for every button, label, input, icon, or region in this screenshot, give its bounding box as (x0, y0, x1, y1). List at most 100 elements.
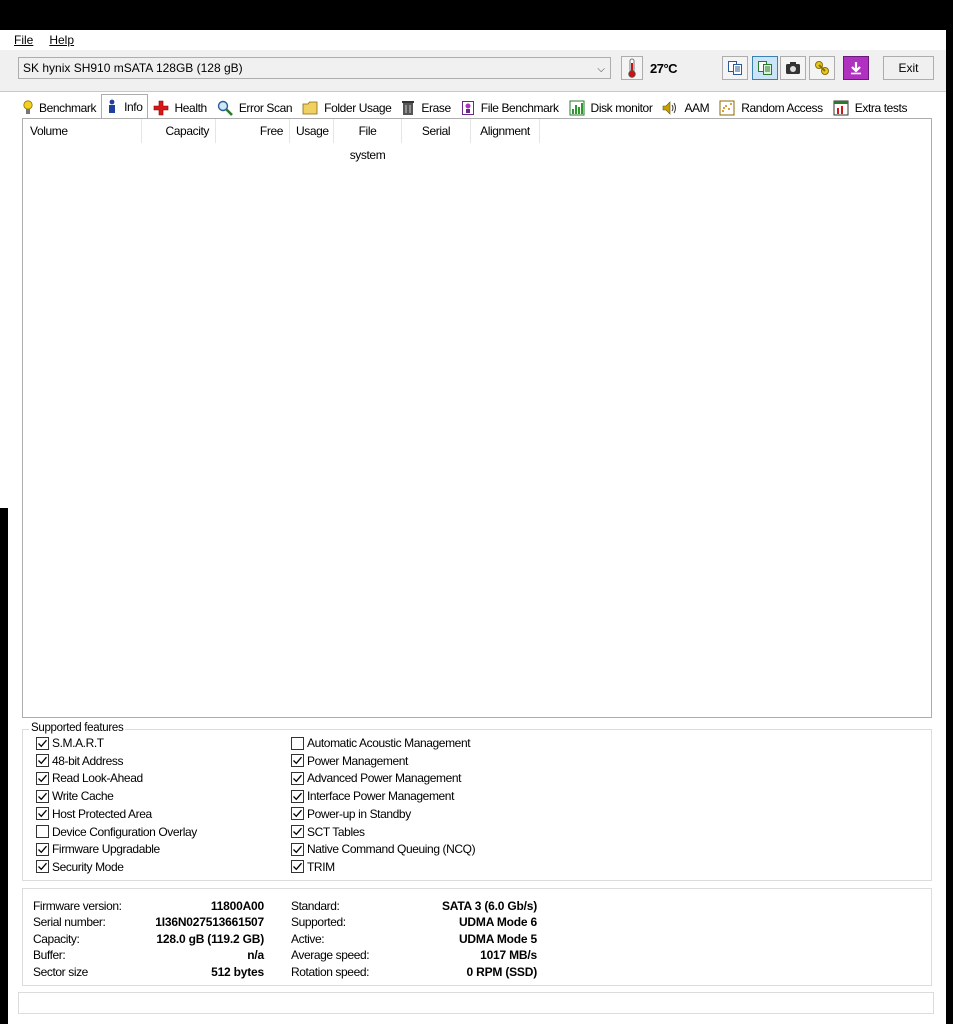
col-alignment[interactable]: Alignment (471, 119, 540, 143)
checkbox-checked[interactable] (291, 771, 304, 785)
checkbox-checked[interactable] (36, 842, 49, 856)
checkbox-checked[interactable] (291, 825, 304, 838)
feature-native-command-queuing-ncq[interactable]: Native Command Queuing (NCQ) (291, 842, 476, 857)
feature-label: Power Management (307, 753, 408, 768)
feature-host-protected-area[interactable]: Host Protected Area (36, 807, 152, 821)
checkbox-checked[interactable] (36, 789, 49, 803)
tab-extra-tests[interactable]: Extra tests (828, 96, 912, 118)
tab-error-scan[interactable]: Error Scan (212, 96, 297, 118)
feature-sct-tables[interactable]: SCT Tables (291, 825, 365, 839)
feature-device-configuration-overlay[interactable]: Device Configuration Overlay (36, 825, 197, 839)
tab-random-access[interactable]: Random Access (714, 96, 828, 118)
feature-advanced-power-management[interactable]: Advanced Power Management (291, 771, 462, 786)
feature-power-up-in-standby[interactable]: Power-up in Standby (291, 807, 411, 821)
info-value: UDMA Mode 5 (458, 931, 537, 946)
download-arrow-icon (851, 62, 861, 75)
checkbox-checked[interactable] (36, 807, 49, 821)
info-value: 1I36N027513661507 (155, 915, 264, 930)
info-label: Capacity: (33, 931, 80, 946)
download-button[interactable] (843, 56, 869, 80)
drive-select[interactable]: SK hynix SH910 mSATA 128GB (128 gB) ⌵ (18, 57, 611, 79)
col-serial[interactable]: Serial (402, 119, 471, 143)
feature-label: Advanced Power Management (307, 771, 462, 786)
tab-aam[interactable]: AAM (657, 96, 714, 118)
col-volume[interactable]: Volume (23, 119, 142, 143)
feature-power-management[interactable]: Power Management (291, 754, 408, 768)
supported-features-title: Supported features (29, 722, 126, 734)
col-file-system[interactable]: File system (334, 119, 402, 162)
exit-button[interactable]: Exit (883, 56, 934, 80)
info-label: Standard: (291, 899, 340, 913)
info-value: 128.0 gB (119.2 GB) (156, 931, 264, 946)
toolbar: SK hynix SH910 mSATA 128GB (128 gB) ⌵ 27… (0, 50, 946, 92)
info-value: UDMA Mode 6 (458, 915, 537, 930)
info-label: Buffer: (33, 948, 66, 963)
col-capacity[interactable]: Capacity (142, 119, 216, 143)
checkbox-checked[interactable] (291, 789, 304, 803)
tab-health[interactable]: Health (148, 96, 212, 118)
tab-bar: Benchmark Info Health Error Scan Folder … (18, 94, 912, 118)
checkbox-unchecked[interactable] (36, 825, 49, 838)
feature-s-m-a-r-t[interactable]: S.M.A.R.T (36, 736, 104, 750)
trash-icon (402, 100, 415, 115)
info-value: 0 RPM (SSD) (466, 964, 538, 979)
feature-label: S.M.A.R.T (52, 736, 104, 750)
feature-label: Device Configuration Overlay (52, 824, 197, 839)
tab-folder-usage[interactable]: Folder Usage (297, 96, 396, 118)
info-label: Average speed: (291, 948, 370, 963)
copy-all-button[interactable] (752, 56, 778, 80)
checkbox-checked[interactable] (36, 754, 49, 768)
disk-monitor-icon (569, 100, 585, 115)
checkbox-checked[interactable] (291, 842, 304, 856)
bulb-icon (23, 100, 33, 114)
col-usage[interactable]: Usage (290, 119, 334, 143)
col-free[interactable]: Free (216, 119, 290, 143)
info-icon (109, 99, 116, 113)
menu-file[interactable]: File (14, 33, 33, 47)
feature-interface-power-management[interactable]: Interface Power Management (291, 789, 454, 803)
checkbox-checked[interactable] (36, 771, 49, 785)
feature-security-mode[interactable]: Security Mode (36, 860, 124, 874)
copy-text-button[interactable] (722, 56, 748, 80)
options-button[interactable] (809, 56, 835, 80)
info-value: 11800A00 (210, 899, 264, 913)
folder-icon (302, 101, 318, 114)
feature-label: Firmware Upgradable (52, 842, 160, 857)
checkbox-checked[interactable] (291, 860, 304, 874)
checkbox-checked[interactable] (291, 807, 304, 821)
feature-firmware-upgradable[interactable]: Firmware Upgradable (36, 842, 160, 856)
file-benchmark-icon (461, 100, 474, 115)
temperature-value: 27°C (650, 61, 678, 76)
feature-automatic-acoustic-management[interactable]: Automatic Acoustic Management (291, 736, 471, 750)
feature-label: SCT Tables (307, 824, 365, 839)
feature-trim[interactable]: TRIM (291, 860, 335, 874)
feature-label: Native Command Queuing (NCQ) (307, 842, 476, 857)
checkbox-checked[interactable] (36, 736, 49, 750)
feature-label: Read Look-Ahead (52, 771, 143, 786)
copy-text-icon (728, 61, 742, 75)
screenshot-button[interactable] (780, 56, 806, 80)
feature-label: Security Mode (52, 859, 124, 874)
volume-list[interactable]: Volume Capacity Free Usage File system S… (22, 118, 932, 718)
drive-select-value: SK hynix SH910 mSATA 128GB (128 gB) (23, 61, 243, 75)
feature-read-look-ahead[interactable]: Read Look-Ahead (36, 771, 143, 785)
menu-bar: File Help (0, 30, 946, 50)
checkbox-checked[interactable] (291, 754, 304, 768)
feature-write-cache[interactable]: Write Cache (36, 789, 114, 804)
feature-label: Host Protected Area (52, 806, 152, 821)
thermometer-icon (621, 56, 643, 80)
tab-info[interactable]: Info (101, 94, 148, 118)
checkbox-checked[interactable] (36, 860, 49, 874)
checkbox-unchecked[interactable] (291, 736, 304, 750)
extra-tests-icon (833, 100, 849, 115)
tab-erase[interactable]: Erase (396, 96, 455, 118)
tab-benchmark[interactable]: Benchmark (18, 96, 101, 118)
feature-48-bit-address[interactable]: 48-bit Address (36, 753, 124, 768)
info-value: n/a (247, 948, 264, 963)
feature-label: 48-bit Address (52, 753, 124, 768)
menu-help[interactable]: Help (49, 33, 74, 47)
tab-disk-monitor[interactable]: Disk monitor (564, 96, 658, 118)
tab-file-benchmark[interactable]: File Benchmark (456, 96, 564, 118)
feature-label: Write Cache (52, 789, 114, 804)
feature-label: Interface Power Management (307, 789, 455, 804)
